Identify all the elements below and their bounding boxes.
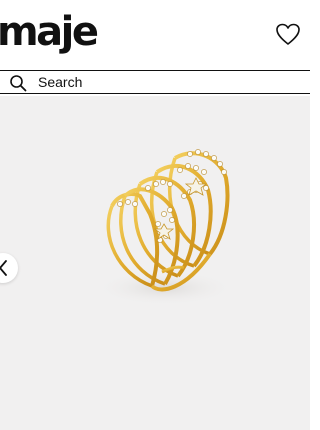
heart-icon xyxy=(276,23,300,45)
product-image[interactable] xyxy=(0,96,310,430)
product-ring-photo xyxy=(95,149,235,306)
chevron-left-icon xyxy=(0,260,7,276)
brand-logo[interactable]: maje xyxy=(0,6,99,58)
header: maje xyxy=(0,0,310,70)
search-bar[interactable]: Search xyxy=(0,70,310,94)
wishlist-button[interactable] xyxy=(274,20,302,48)
search-label: Search xyxy=(38,74,83,90)
search-icon xyxy=(10,75,27,92)
